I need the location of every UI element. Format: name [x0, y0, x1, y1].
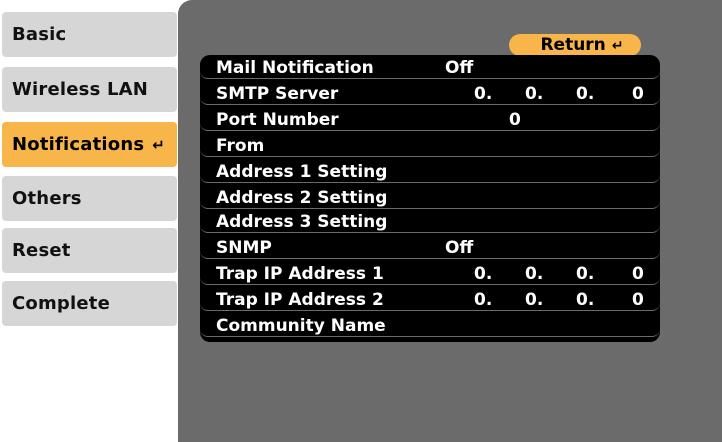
- settings-panel: Return ↵ Mail Notification Off SMTP Serve…: [178, 0, 722, 442]
- return-button-label: Return: [540, 35, 606, 55]
- smtp-server-label: SMTP Server: [216, 84, 339, 104]
- address-3-label: Address 3 Setting: [216, 212, 388, 232]
- return-button[interactable]: Return ↵: [509, 34, 641, 56]
- tab-complete[interactable]: Complete: [2, 281, 177, 326]
- trap-ip-2-octet-1: 0.: [474, 290, 493, 310]
- row-address-3[interactable]: Address 3 Setting: [200, 211, 660, 233]
- row-snmp[interactable]: SNMP Off: [200, 237, 660, 259]
- row-mail-notification[interactable]: Mail Notification Off: [200, 57, 660, 79]
- snmp-value: Off: [445, 238, 474, 258]
- port-number-label: Port Number: [216, 110, 339, 130]
- trap-ip-1-octet-1: 0.: [474, 264, 493, 284]
- mail-notification-value: Off: [445, 58, 474, 78]
- row-community-name[interactable]: Community Name: [200, 315, 660, 337]
- port-number-value: 0: [509, 110, 521, 130]
- tab-wireless-lan-label: Wireless LAN: [12, 79, 149, 100]
- trap-ip-2-octet-2: 0.: [525, 290, 544, 310]
- community-name-label: Community Name: [216, 316, 386, 336]
- smtp-octet-1: 0.: [474, 84, 493, 104]
- tab-notifications[interactable]: Notifications ↵: [2, 122, 177, 167]
- tab-others-label: Others: [12, 188, 82, 209]
- row-port-number[interactable]: Port Number 0: [200, 109, 660, 131]
- from-label: From: [216, 136, 265, 156]
- row-address-1[interactable]: Address 1 Setting: [200, 161, 660, 183]
- trap-ip-1-octet-2: 0.: [525, 264, 544, 284]
- mail-notification-label: Mail Notification: [216, 58, 374, 78]
- enter-icon: ↵: [152, 135, 166, 154]
- trap-ip-1-label: Trap IP Address 1: [216, 264, 384, 284]
- tab-complete-label: Complete: [12, 293, 111, 314]
- row-trap-ip-2[interactable]: Trap IP Address 2 0. 0. 0. 0: [200, 289, 660, 311]
- address-2-label: Address 2 Setting: [216, 188, 388, 208]
- smtp-octet-2: 0.: [525, 84, 544, 104]
- trap-ip-1-octet-3: 0.: [576, 264, 595, 284]
- snmp-label: SNMP: [216, 238, 272, 258]
- trap-ip-1-octet-4: 0: [632, 264, 644, 284]
- tab-basic[interactable]: Basic: [2, 12, 177, 57]
- row-trap-ip-1[interactable]: Trap IP Address 1 0. 0. 0. 0: [200, 263, 660, 285]
- smtp-octet-4: 0: [632, 84, 644, 104]
- tab-reset[interactable]: Reset: [2, 228, 177, 273]
- trap-ip-2-octet-3: 0.: [576, 290, 595, 310]
- smtp-octet-3: 0.: [576, 84, 595, 104]
- tab-wireless-lan[interactable]: Wireless LAN: [2, 67, 177, 112]
- enter-icon: ↵: [611, 38, 624, 54]
- tab-reset-label: Reset: [12, 240, 71, 261]
- tab-basic-label: Basic: [12, 24, 67, 45]
- trap-ip-2-label: Trap IP Address 2: [216, 290, 384, 310]
- tab-others[interactable]: Others: [2, 176, 177, 221]
- tab-notifications-label: Notifications: [12, 134, 145, 155]
- projector-menu-screen: Basic Wireless LAN Notifications ↵ Others…: [0, 0, 722, 442]
- row-address-2[interactable]: Address 2 Setting: [200, 187, 660, 209]
- trap-ip-2-octet-4: 0: [632, 290, 644, 310]
- address-1-label: Address 1 Setting: [216, 162, 388, 182]
- notification-settings-list: Mail Notification Off SMTP Server 0. 0. …: [200, 55, 660, 342]
- row-smtp-server[interactable]: SMTP Server 0. 0. 0. 0: [200, 83, 660, 105]
- row-from[interactable]: From: [200, 135, 660, 157]
